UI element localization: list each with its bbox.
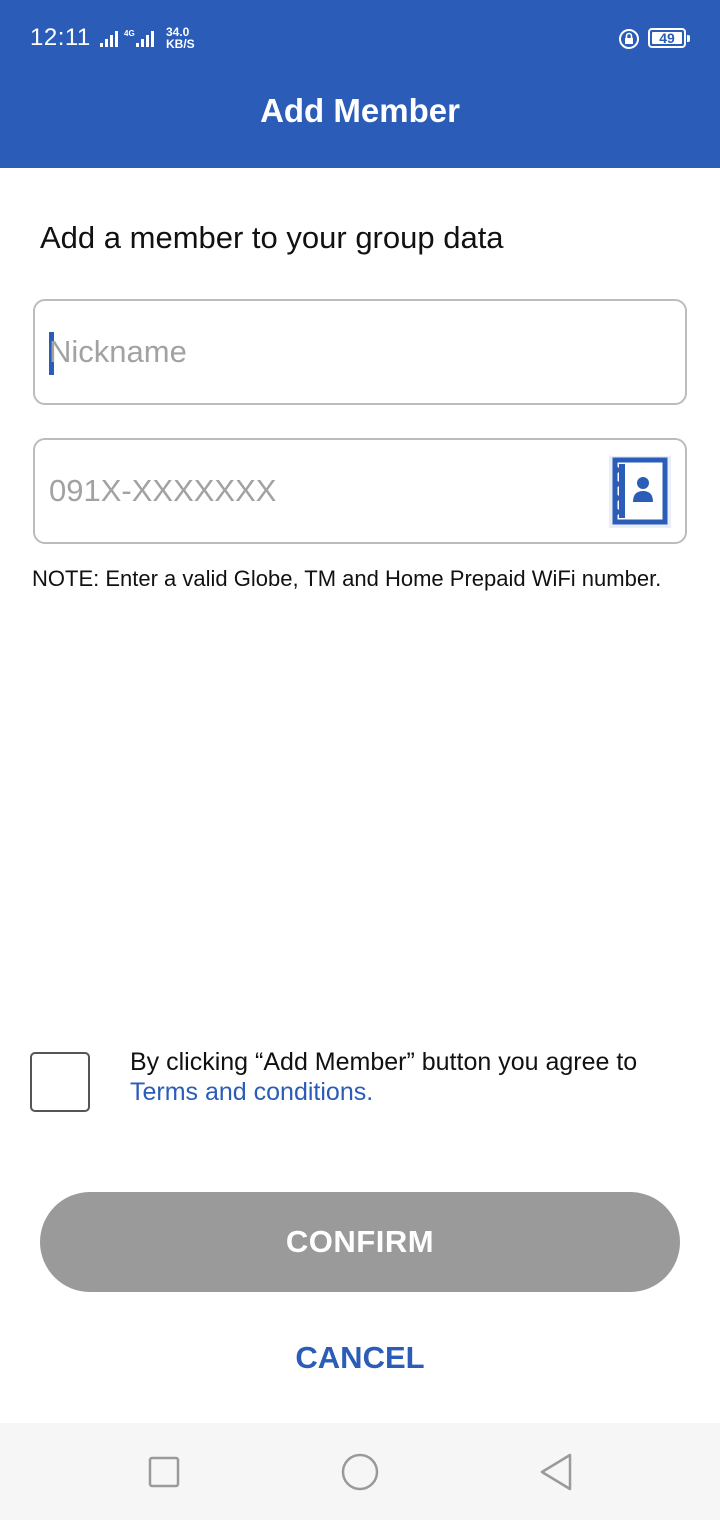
agreement-text: By clicking “Add Member” button you agre… [130, 1047, 670, 1107]
network-speed-unit: KB/S [166, 37, 195, 51]
rotation-lock-icon [619, 29, 639, 49]
phone-number-input[interactable] [49, 440, 609, 542]
cancel-button[interactable]: CANCEL [260, 1330, 460, 1386]
nickname-input[interactable] [49, 301, 609, 403]
phone-number-field[interactable] [33, 438, 687, 544]
network-speed: 34.0 KB/S [166, 26, 195, 50]
battery-icon: 49 [648, 28, 690, 48]
agreement-label: By clicking “Add Member” button you agre… [130, 1048, 638, 1076]
status-time: 12:11 [30, 24, 91, 51]
terms-link[interactable]: Terms and conditions. [130, 1078, 373, 1106]
svg-text:4G: 4G [124, 29, 135, 38]
battery-level: 49 [659, 30, 675, 46]
recent-apps-icon[interactable] [134, 1445, 194, 1499]
system-nav-bar [0, 1423, 720, 1520]
contacts-book-icon[interactable] [609, 456, 671, 528]
confirm-button[interactable]: CONFIRM [40, 1192, 680, 1292]
nickname-field[interactable] [33, 299, 687, 405]
page-subtitle: Add a member to your group data [40, 220, 504, 255]
app-header: 12:11 4G 34.0 KB/S 49 Add Member [0, 0, 720, 168]
signal-icon: 4G [100, 29, 154, 47]
home-icon[interactable] [330, 1445, 390, 1499]
back-icon[interactable] [526, 1445, 586, 1499]
note-text: NOTE: Enter a valid Globe, TM and Home P… [32, 566, 662, 591]
terms-checkbox[interactable] [30, 1052, 90, 1112]
page-title: Add Member [260, 92, 460, 129]
